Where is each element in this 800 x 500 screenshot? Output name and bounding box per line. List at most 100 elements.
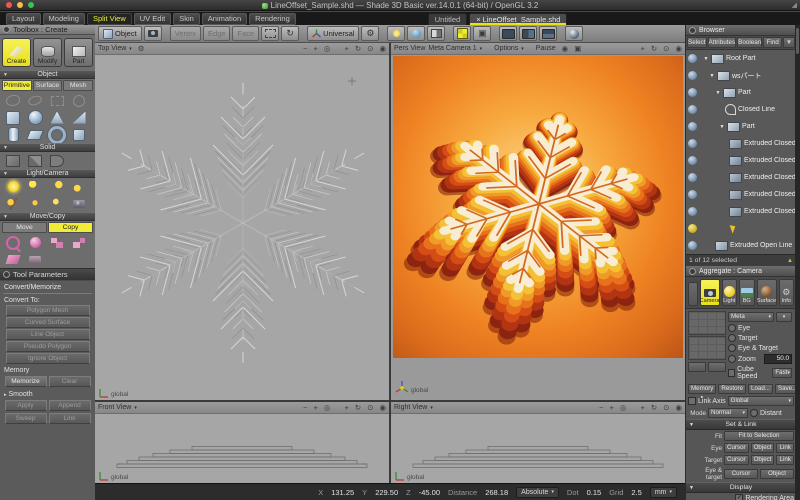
cube-speed-dropdown[interactable]: Fast▾ — [772, 368, 792, 378]
tab-rendering[interactable]: Rendering — [249, 13, 296, 25]
view-dropdown-icon[interactable]: ▾ — [134, 405, 137, 411]
zoom-value-field[interactable]: 50.0 — [764, 354, 792, 364]
camera-move-icon[interactable] — [24, 252, 46, 267]
eye-radio[interactable] — [728, 324, 736, 332]
primitive-sphere-icon[interactable] — [24, 110, 46, 125]
browser-header[interactable]: Browser — [686, 25, 796, 36]
primitive-cone-icon[interactable] — [46, 110, 68, 125]
face-mode-button[interactable]: Face — [232, 26, 259, 41]
toolbox-header[interactable]: Toolbox : Create — [0, 25, 95, 35]
eye-target-cursor-button[interactable]: Cursor — [724, 469, 758, 479]
camera-load-button[interactable]: Load... — [748, 384, 773, 394]
panel-menu-icon[interactable] — [689, 268, 696, 275]
tab-primitive[interactable]: Primitive — [2, 80, 32, 91]
pick-move-icon[interactable] — [2, 235, 24, 250]
clear-button[interactable]: Clear — [49, 376, 91, 387]
preview-next-button[interactable] — [708, 362, 726, 372]
visibility-orb-icon[interactable] — [688, 88, 697, 97]
object-mode-button[interactable]: Object — [98, 26, 142, 41]
tree-row-root-part[interactable]: ▼Root Part — [686, 50, 796, 67]
pers-viewport[interactable]: Pers View Meta Camera 1 ▾ Options ▾ Paus… — [391, 43, 685, 400]
array-copy-icon[interactable] — [68, 235, 90, 250]
camera-tab[interactable]: Camera — [700, 279, 720, 306]
move-tab[interactable]: Move — [2, 222, 47, 233]
expand-icon[interactable]: ▼ — [709, 73, 715, 79]
close-tab-icon[interactable]: × — [476, 14, 480, 25]
pan-tool-icon[interactable]: + — [640, 403, 644, 412]
top-view-label[interactable]: Top View — [98, 45, 126, 52]
tab-skin[interactable]: Skin — [173, 13, 200, 25]
visibility-orb-icon[interactable] — [688, 241, 697, 250]
quad-view-icon[interactable] — [453, 26, 471, 41]
section-light-camera[interactable]: ▼Light/Camera — [0, 169, 95, 178]
universal-manipulator-button[interactable]: Universal — [307, 26, 359, 41]
modify-mode-button[interactable]: Modify — [33, 38, 62, 67]
primitive-torus-icon[interactable] — [46, 127, 68, 142]
zoom-in-icon[interactable]: + — [314, 403, 318, 412]
tab-uv-edit[interactable]: UV Edit — [134, 13, 171, 25]
panel-menu-icon[interactable] — [689, 27, 696, 34]
tree-row-extruded-4[interactable]: Extruded Closed — [686, 186, 796, 203]
visibility-orb-icon[interactable] — [688, 224, 697, 233]
camera-view-button[interactable] — [144, 26, 162, 41]
zoom-out-icon[interactable]: − — [303, 403, 307, 412]
light-tab[interactable]: Light — [722, 279, 738, 306]
rendering-area-checkbox[interactable]: ✓ — [735, 494, 743, 500]
visibility-orb-icon[interactable] — [688, 207, 697, 216]
fullscreen-icon[interactable]: ◢ — [792, 1, 797, 9]
browser-tab-attributes[interactable]: Attributes — [708, 37, 737, 48]
solid-subtract-icon[interactable] — [24, 153, 46, 168]
magnify-tool-icon[interactable]: ⊙ — [367, 44, 373, 53]
unit-dropdown[interactable]: mm▾ — [650, 487, 677, 498]
grid-view-icon[interactable]: ▣ — [473, 26, 491, 41]
eye-target-radio[interactable] — [728, 344, 736, 352]
front-view-label[interactable]: Front View — [98, 404, 131, 411]
memorize-button[interactable]: Memorize — [5, 376, 47, 387]
primitive-ramp-icon[interactable] — [24, 127, 46, 142]
rotate-view-icon[interactable]: ↻ — [651, 403, 657, 412]
fit-view-icon[interactable]: ◎ — [620, 403, 627, 412]
camera-restore-button[interactable]: Restore ▸ — [718, 384, 746, 394]
smooth-sweep-button[interactable]: Sweep — [5, 413, 47, 424]
visibility-orb-icon[interactable] — [688, 139, 697, 148]
right-viewport[interactable]: Right View ▾ − + ◎ + ↻ ⊙ ◉ global — [391, 402, 685, 483]
pan-tool-icon[interactable]: + — [344, 44, 348, 53]
convert-ignore-object-button[interactable]: Ignore Object — [6, 353, 90, 364]
zoom-in-icon[interactable]: + — [610, 403, 614, 412]
primitive-ring-icon[interactable] — [24, 93, 46, 108]
roll-view-icon[interactable]: ◉ — [675, 44, 682, 53]
vertex-mode-button[interactable]: Vertex — [170, 26, 201, 41]
tri-view-icon[interactable] — [539, 26, 557, 41]
tree-row-extruded-open-line[interactable]: Extruded Open Line — [686, 237, 796, 254]
camera-meta-dropdown[interactable]: Meta▾ — [728, 312, 774, 322]
linear-light-icon[interactable] — [46, 196, 68, 211]
section-move-copy[interactable]: ▼Move/Copy — [0, 212, 95, 221]
primitive-cylinder-icon[interactable] — [2, 127, 24, 142]
rotate-view-icon[interactable]: ↻ — [651, 44, 657, 53]
view-dropdown-icon[interactable]: ▾ — [430, 405, 433, 411]
tree-row-extruded-2[interactable]: Extruded Closed — [686, 152, 796, 169]
sidebar-scroll-thumb[interactable] — [796, 28, 799, 54]
target-radio[interactable] — [728, 334, 736, 342]
camera-object-icon[interactable] — [68, 196, 90, 211]
tab-split-view[interactable]: Split View — [87, 13, 132, 25]
filter-funnel-icon[interactable]: ▼ — [783, 37, 795, 48]
tree-row-part[interactable]: ▼Part — [686, 84, 796, 101]
expand-icon[interactable]: ▼ — [715, 90, 721, 96]
doc-tab-untitled[interactable]: Untitled — [428, 13, 467, 25]
spotlight-icon[interactable] — [24, 179, 46, 194]
dual-view-icon[interactable] — [519, 26, 537, 41]
fit-to-selection-button[interactable]: Fit to Selection — [724, 431, 794, 441]
bg-tab[interactable]: BG — [739, 279, 755, 306]
preview-prev-button[interactable] — [688, 362, 706, 372]
single-view-icon[interactable] — [499, 26, 517, 41]
browser-tab-boolean[interactable]: Boolean — [737, 37, 762, 48]
tab-mesh[interactable]: Mesh — [63, 80, 93, 91]
section-solid[interactable]: ▼Solid — [0, 143, 95, 152]
tab-animation[interactable]: Animation — [202, 13, 247, 25]
smooth-apply-button[interactable]: Apply — [5, 400, 47, 411]
solid-union-icon[interactable] — [2, 153, 24, 168]
tree-row-part2[interactable]: ▼Part — [686, 118, 796, 135]
render-preview-icon[interactable]: ◉ — [562, 44, 569, 53]
rotate-view-icon[interactable]: ↻ — [355, 403, 361, 412]
